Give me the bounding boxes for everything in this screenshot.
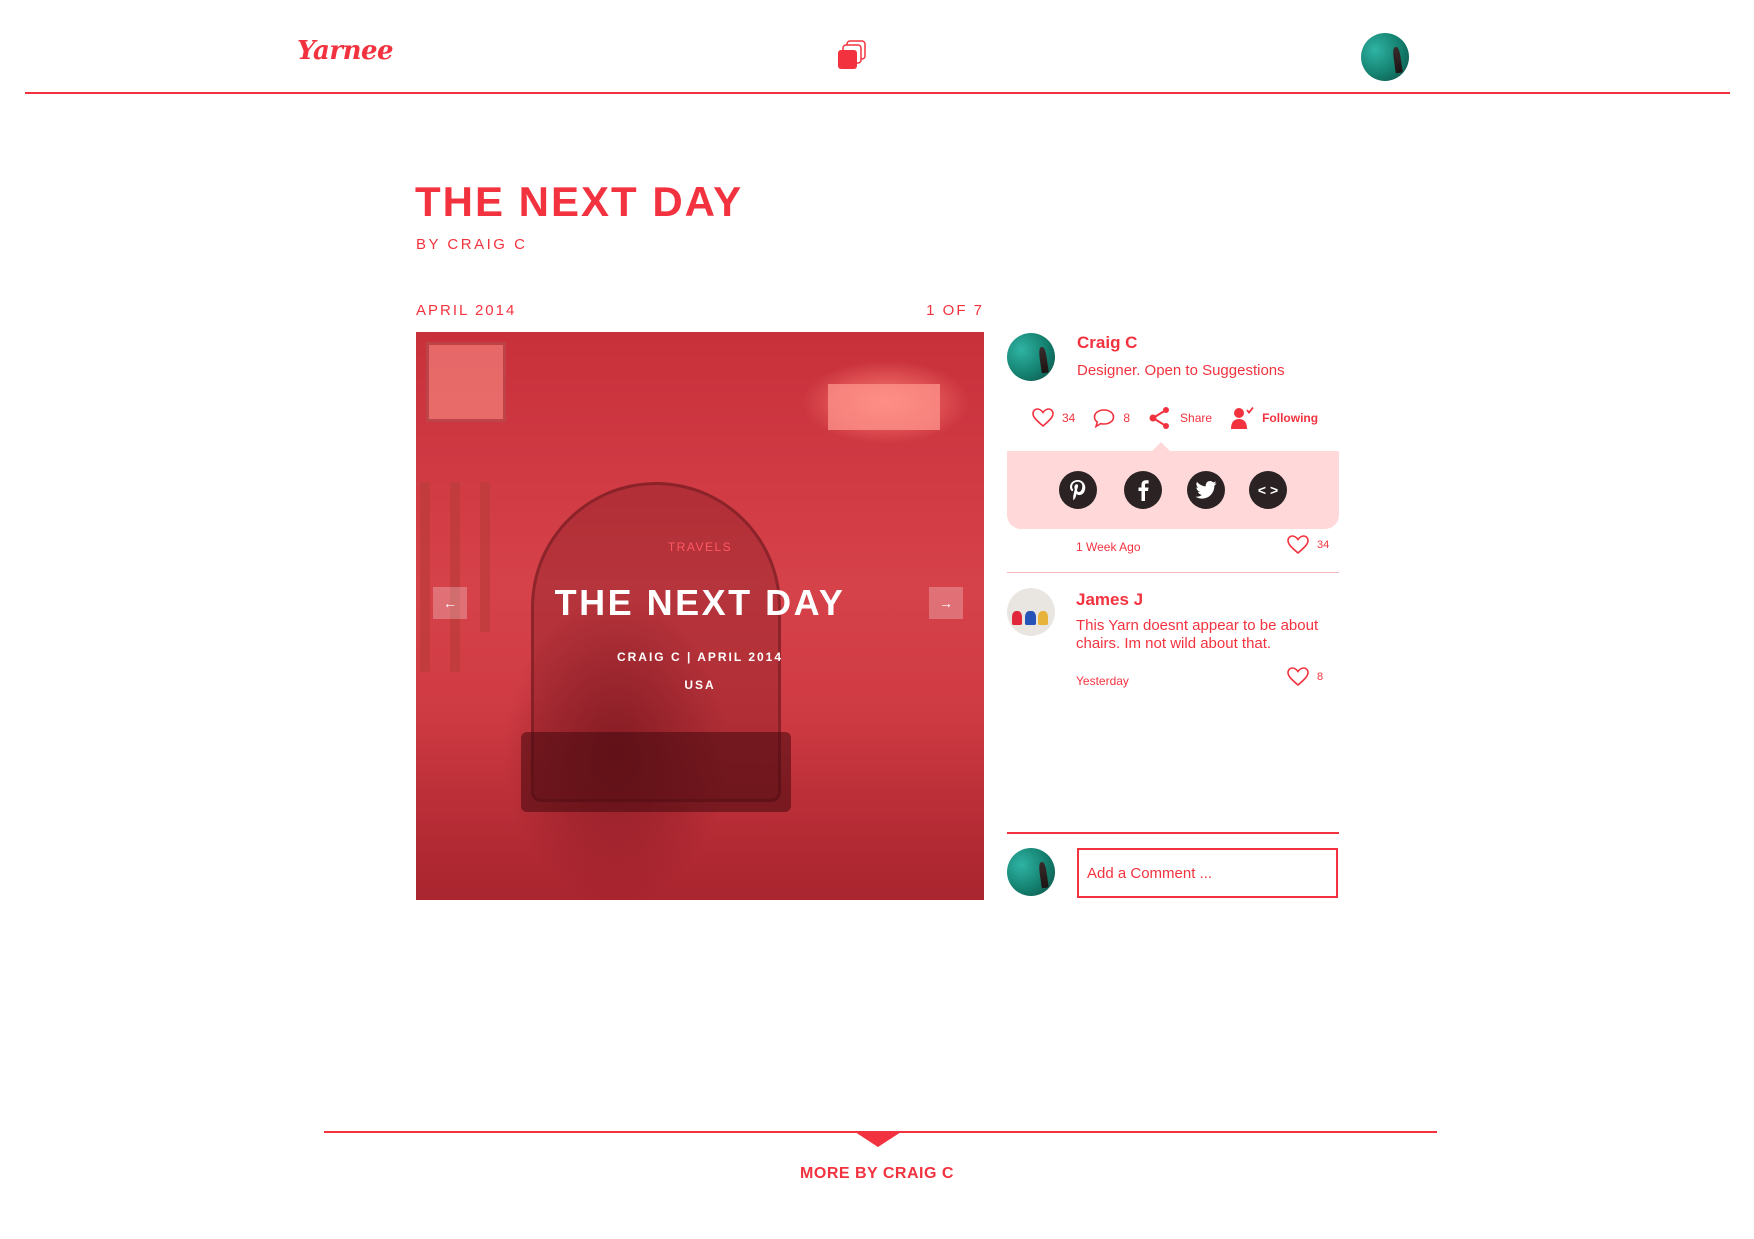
divider [1007,572,1339,573]
chair-blue [1025,611,1036,626]
heart-icon [1287,667,1309,687]
comment-like-button[interactable]: 8 [1287,667,1323,687]
like-count: 34 [1062,411,1076,425]
heart-icon [1032,408,1054,428]
user-avatar[interactable] [1361,33,1409,81]
comment-like-count: 8 [1317,671,1324,683]
embed-icon: < > [1257,482,1279,498]
share-icon [1149,407,1170,429]
share-label: Share [1180,411,1213,425]
comment-icon [1094,409,1115,428]
comment-timestamp: Yesterday [1076,674,1129,688]
hero-post [450,482,460,672]
comment-button[interactable]: 8 [1093,408,1130,428]
hero-window [426,342,506,422]
facebook-button[interactable] [1124,471,1162,509]
like-button[interactable]: 34 [1032,408,1075,428]
post-date: APRIL 2014 [416,302,517,319]
hero-location: USA [684,678,716,692]
post-like-button[interactable]: 34 [1287,535,1329,555]
chair-red [1011,611,1023,626]
current-user-avatar[interactable] [1007,848,1055,896]
pinterest-icon [1070,480,1086,501]
following-user-icon [1231,406,1254,429]
hero-window-light [828,384,940,430]
footer-notch [855,1132,901,1147]
hero-title: THE NEXT DAY [554,582,846,623]
facebook-icon [1138,480,1149,501]
page-title: THE NEXT DAY [415,178,744,225]
share-button[interactable]: Share [1148,406,1212,430]
post-actions: 34 8 Share Following [1032,406,1318,430]
slide-counter: 1 OF 7 [926,302,984,319]
author-name[interactable]: Craig C [1077,333,1137,353]
pinterest-button[interactable] [1059,471,1097,509]
author-bio: Designer. Open to Suggestions [1077,362,1285,379]
top-bar [25,0,1730,94]
hero-birdcage-base [521,732,791,812]
hero-post [420,482,430,672]
twitter-icon [1195,481,1217,499]
post-like-count: 34 [1317,539,1330,551]
commenter-name[interactable]: James J [1076,590,1143,610]
follow-label: Following [1262,411,1319,425]
hero-meta: CRAIG C | APRIL 2014 [616,650,784,664]
commenter-avatar[interactable] [1007,588,1055,636]
comment-form-divider [1007,832,1339,834]
comment-count: 8 [1123,411,1131,425]
chair-yellow [1037,611,1049,626]
more-by-author-link[interactable]: MORE BY CRAIG C [0,1165,1754,1183]
prev-arrow-button[interactable]: ← [433,587,467,619]
follow-button[interactable]: Following [1230,406,1318,430]
heart-icon [1287,535,1309,555]
logo[interactable]: Yarnee [297,36,394,66]
author-avatar[interactable] [1007,333,1055,381]
next-arrow-button[interactable]: → [929,587,963,619]
twitter-button[interactable] [1187,471,1225,509]
hero-image: TRAVELS THE NEXT DAY CRAIG C | APRIL 201… [416,332,984,900]
byline[interactable]: BY CRAIG C [416,236,527,253]
stack-icon[interactable] [837,40,867,70]
hero-category[interactable]: TRAVELS [416,540,984,554]
comment-text: This Yarn doesnt appear to be about chai… [1076,617,1319,652]
share-panel: < > [1007,451,1339,529]
embed-button[interactable]: < > [1249,471,1287,509]
comment-input[interactable] [1077,848,1338,898]
post-timestamp: 1 Week Ago [1076,540,1141,554]
